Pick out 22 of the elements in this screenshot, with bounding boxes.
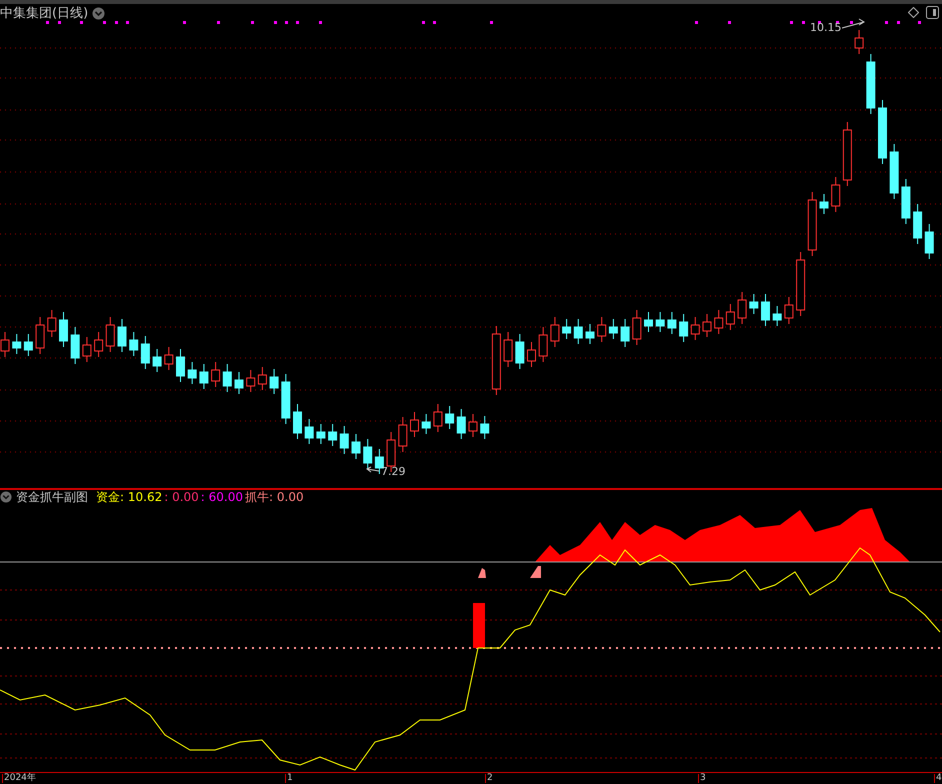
- low-price-label: 7.29: [381, 466, 406, 477]
- leader-arrow: [842, 18, 865, 28]
- indicator-name: 资金抓牛副图: [16, 491, 88, 503]
- legend-value: : 60.00: [200, 491, 244, 503]
- leader-arrow: [366, 466, 380, 472]
- high-price-label: 10.15: [810, 22, 842, 33]
- axis-label: 1: [285, 774, 293, 783]
- legend-value: 资金: 10.62: [96, 491, 162, 503]
- axis-label: 4: [934, 774, 942, 783]
- legend-value: 抓牛: 0.00: [245, 491, 304, 503]
- axis-label: 3: [698, 774, 706, 783]
- axis-label: 2024年: [2, 774, 36, 783]
- dropdown-icon[interactable]: [92, 6, 106, 20]
- signal-marker: [530, 566, 541, 578]
- legend-value: : 0.00: [164, 491, 199, 503]
- signal-marker: [478, 568, 486, 578]
- signal-bar: [473, 603, 485, 648]
- panel-toggle-icon[interactable]: [926, 6, 939, 19]
- axis-label: 2: [485, 774, 493, 783]
- chart-title: 中集集团(日线): [0, 6, 88, 20]
- diamond-icon[interactable]: [908, 7, 919, 18]
- dropdown-icon[interactable]: [0, 491, 12, 503]
